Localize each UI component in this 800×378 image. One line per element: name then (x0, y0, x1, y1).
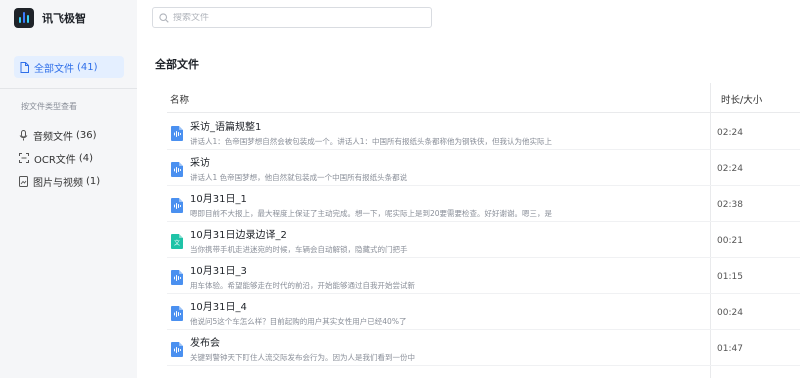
audio-file-icon (171, 342, 183, 357)
file-description: 嗯即目前不大报上，最大程度上保证了主动完成。想一下，呢实际上是到20要需要检查。… (190, 209, 553, 218)
file-description: 关键到警钟天下盯住人流交际发布会行为。因为人是我们看到一份中 (190, 353, 415, 362)
sidebar-item-label: 图片与视频 (33, 177, 83, 189)
file-row[interactable]: 10月31日_1 嗯即目前不大报上，最大程度上保证了主动完成。想一下，呢实际上是到… (167, 186, 800, 222)
file-duration: 00:21 (717, 236, 743, 246)
sidebar-item-label: 全部文件 (34, 63, 74, 75)
file-description: 当你携带手机走进迷宛的时候，车辆会自动解锁，隐藏式的门把手 (190, 245, 408, 254)
sidebar-divider (0, 88, 137, 89)
file-name: 发布会 (190, 338, 220, 349)
file-name: 10月31日_1 (190, 194, 247, 205)
sidebar-item-count: (36) (76, 129, 97, 141)
file-duration: 01:15 (717, 272, 743, 282)
file-row[interactable]: 10月31日_4 他说问5这个车怎么样？目前起购的用户其实女性用户已经40%了 00… (167, 294, 800, 330)
file-row[interactable]: 采访讲话人1 色帝国梦想，他自然就包装成一个中国所有报纸头条都说 02:24 (167, 150, 800, 186)
column-header-duration: 时长/大小 (721, 95, 763, 106)
sidebar-item-audio[interactable]: 音频文件 (36) (19, 127, 97, 143)
translate-file-icon: 文 (171, 234, 183, 249)
file-duration: 01:47 (717, 344, 743, 354)
sidebar-item-count: (41) (77, 61, 98, 73)
page-title: 全部文件 (155, 58, 199, 71)
file-name: 采访 (190, 158, 210, 169)
audio-file-icon (171, 162, 183, 177)
file-row[interactable]: 发布会关键到警钟天下盯住人流交际发布会行为。因为人是我们看到一份中 01:47 (167, 330, 800, 366)
file-description: 讲话人1 色帝国梦想，他自然就包装成一个中国所有报纸头条都说 (190, 173, 408, 182)
audio-file-icon (171, 198, 183, 213)
file-duration: 02:38 (717, 200, 743, 210)
svg-text:文: 文 (174, 239, 180, 247)
sidebar-group-label: 按文件类型查看 (21, 102, 77, 111)
file-description: 讲话人1：色帝国梦想自然会被包装成一个。讲话人1：中国所有报纸头条都称他为钢铁侠… (190, 137, 553, 146)
app-name: 讯飞极智 (42, 12, 86, 25)
document-icon (20, 61, 29, 73)
file-name: 采访_语篇规整1 (190, 122, 262, 133)
sidebar-item-images-videos[interactable]: 图片与视频 (1) (19, 173, 100, 189)
sidebar-item-label: OCR文件 (34, 154, 76, 166)
search-input[interactable] (173, 12, 413, 23)
file-row[interactable]: 采访_语篇规整1 讲话人1：色帝国梦想自然会被包装成一个。讲话人1：中国所有报纸头… (167, 114, 800, 150)
file-row[interactable]: 10月31日_3 用车体验。希望能够走在时代的前沿，开始能够通过自我开始尝试新 01… (167, 258, 800, 294)
image-icon (19, 175, 28, 187)
sidebar-item-ocr[interactable]: OCR文件 (4) (19, 150, 93, 166)
table-header-divider (167, 112, 800, 113)
search-bar[interactable] (152, 7, 432, 28)
column-header-name: 名称 (170, 95, 190, 106)
app-logo[interactable]: 讯飞极智 (14, 8, 86, 28)
microphone-icon (19, 129, 28, 140)
sidebar-item-count: (4) (78, 152, 93, 164)
search-icon (159, 12, 169, 23)
file-duration: 00:24 (717, 308, 743, 318)
audio-file-icon (171, 126, 183, 141)
file-name: 10月31日边录边译_2 (190, 230, 287, 241)
audio-file-icon (171, 270, 183, 285)
sidebar-item-label: 音频文件 (33, 131, 73, 143)
sidebar-item-all-files[interactable]: 全部文件 (41) (14, 56, 124, 78)
file-name: 10月31日_3 (190, 266, 247, 277)
file-description: 用车体验。希望能够走在时代的前沿，开始能够通过自我开始尝试新 (190, 281, 415, 290)
file-name: 10月31日_4 (190, 302, 247, 313)
file-duration: 02:24 (717, 164, 743, 174)
app-logo-icon (14, 8, 34, 28)
file-row[interactable]: 文 10月31日边录边译_2 当你携带手机走进迷宛的时候，车辆会自动解锁，隐藏式的门… (167, 222, 800, 258)
ocr-scan-icon (19, 153, 29, 163)
file-duration: 02:24 (717, 128, 743, 138)
audio-file-icon (171, 306, 183, 321)
file-description: 他说问5这个车怎么样？目前起购的用户其实女性用户已经40%了 (190, 317, 407, 326)
sidebar: 讯飞极智 全部文件 (41) 按文件类型查看 音频文件 (36) OCR文件 (… (0, 0, 137, 378)
sidebar-item-count: (1) (86, 175, 101, 187)
